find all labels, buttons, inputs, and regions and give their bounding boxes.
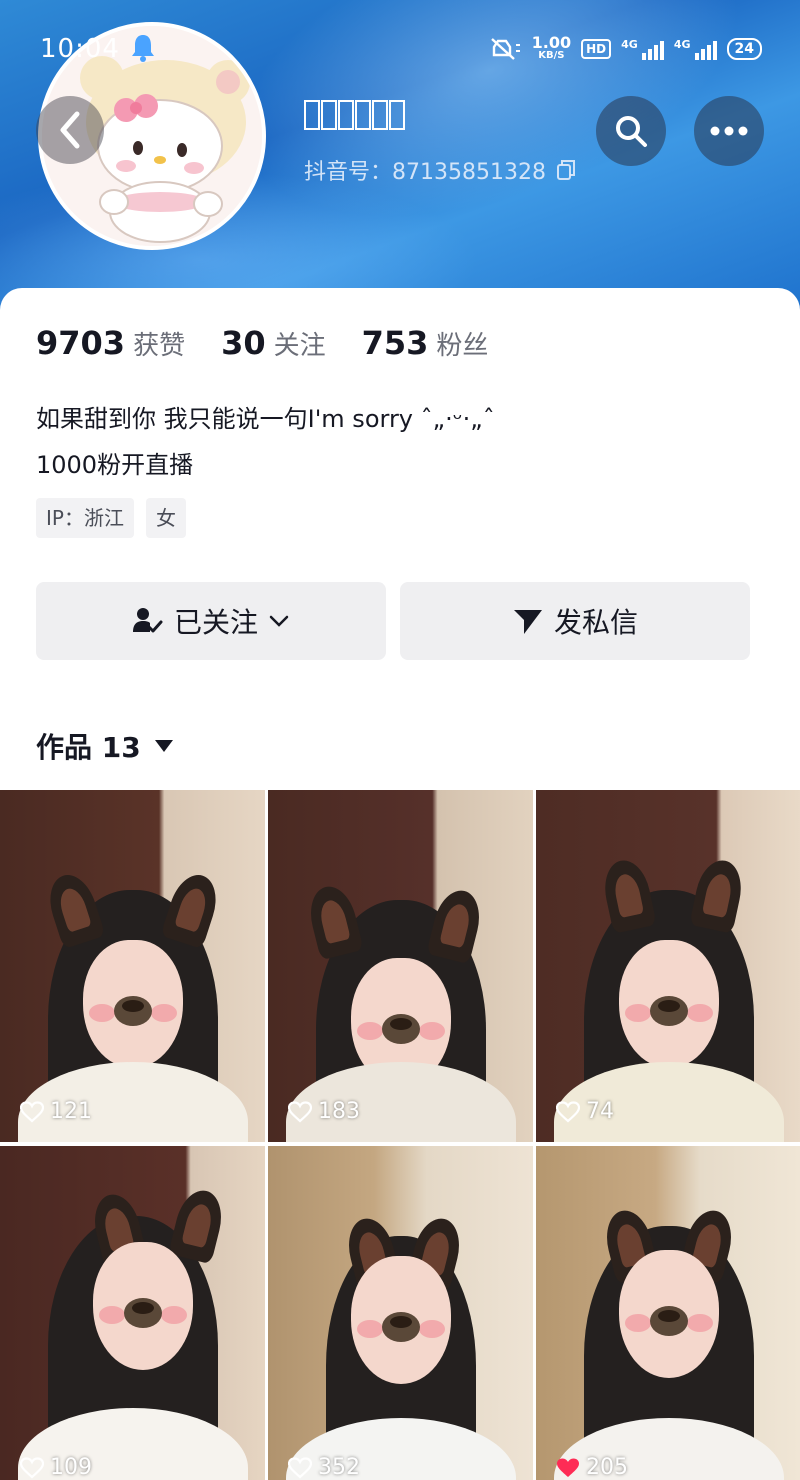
video-likes-count: 352 — [318, 1455, 360, 1480]
mute-vibrate-icon — [490, 38, 520, 60]
stat-followers-label: 粉丝 — [436, 331, 489, 361]
video-thumbnail[interactable]: 183 — [268, 790, 533, 1142]
heart-filled-icon — [557, 1458, 579, 1477]
signal-strength-1: 4G — [621, 38, 664, 60]
heart-outline-icon — [288, 1100, 312, 1122]
bio-line-2: 1000粉开直播 — [36, 451, 194, 479]
video-thumbnail[interactable]: 352 — [268, 1146, 533, 1480]
profile-stats: 9703 获赞 30 关注 753 粉丝 — [36, 324, 488, 362]
video-thumbnail[interactable]: 205 — [536, 1146, 800, 1480]
profile-bio: 如果甜到你 我只能说一句I'm sorry ˆ„·ᵕ·„ˆ 1000粉开直播 — [36, 396, 495, 488]
status-time: 10:04 — [40, 34, 120, 64]
bio-line-1: 如果甜到你 我只能说一句I'm sorry ˆ„·ᵕ·„ˆ — [36, 405, 495, 433]
douyin-id[interactable]: 抖音号：87135851328 — [304, 154, 576, 186]
network-speed: 1.00 KB/S — [531, 33, 572, 62]
video-grid: 121 183 74 109 352 205 — [0, 790, 800, 1480]
douyin-id-text: 抖音号：87135851328 — [304, 160, 546, 185]
video-likes: 205 — [556, 1455, 628, 1480]
copy-icon[interactable] — [556, 159, 576, 181]
user-check-icon — [132, 608, 163, 633]
network-speed-value: 1.00 — [531, 33, 572, 52]
stat-following-label: 关注 — [273, 331, 326, 361]
gender-tag: 女 — [145, 498, 186, 538]
video-thumbnail[interactable]: 109 — [0, 1146, 265, 1480]
works-tab-label: 作品 13 — [36, 731, 141, 764]
stat-likes-label: 获赞 — [133, 331, 186, 361]
works-tab[interactable]: 作品 13 — [36, 726, 173, 766]
video-likes-count: 183 — [318, 1099, 360, 1124]
bell-icon — [132, 35, 154, 62]
search-button[interactable] — [596, 96, 666, 166]
video-likes: 121 — [20, 1099, 92, 1124]
video-likes-count: 74 — [586, 1099, 614, 1124]
video-likes: 74 — [556, 1099, 614, 1124]
chevron-down-icon — [269, 615, 289, 627]
more-horizontal-icon — [710, 126, 748, 136]
signal-strength-2: 4G — [674, 38, 717, 60]
search-icon — [616, 116, 647, 147]
hd-voice-badge: HD — [581, 39, 612, 59]
video-likes: 352 — [288, 1455, 360, 1480]
signal-type-label: 4G — [621, 38, 638, 51]
ip-location-tag: IP：浙江 — [36, 498, 134, 538]
network-speed-unit: KB/S — [538, 50, 565, 61]
send-message-button[interactable]: 发私信 — [400, 582, 750, 660]
stat-likes-value: 9703 — [36, 324, 126, 362]
following-button-label: 已关注 — [173, 606, 258, 639]
heart-outline-icon — [288, 1456, 312, 1478]
heart-outline-icon — [556, 1100, 580, 1122]
status-indicators: 1.00 KB/S HD 4G 4G 24 — [488, 34, 762, 64]
stat-following[interactable]: 30 关注 — [221, 324, 326, 362]
following-button[interactable]: 已关注 — [36, 582, 386, 660]
send-message-icon — [513, 610, 542, 634]
stat-likes: 9703 获赞 — [36, 324, 185, 362]
heart-outline-icon — [20, 1100, 44, 1122]
profile-tags: IP：浙江 女 — [36, 498, 186, 538]
video-thumbnail[interactable]: 121 — [0, 790, 265, 1142]
stat-followers[interactable]: 753 粉丝 — [362, 324, 489, 362]
status-bar: 10:04 1.00 KB/S HD 4G 4G 24 — [0, 30, 800, 70]
nickname — [304, 100, 405, 130]
video-likes-count: 121 — [50, 1099, 92, 1124]
video-likes: 183 — [288, 1099, 360, 1124]
chevron-left-icon — [60, 111, 80, 149]
heart-outline-icon — [20, 1456, 44, 1478]
back-button[interactable] — [36, 96, 104, 164]
send-message-label: 发私信 — [553, 606, 638, 639]
signal-type-label: 4G — [673, 38, 691, 51]
more-options-button[interactable] — [694, 96, 764, 166]
video-thumbnail[interactable]: 74 — [536, 790, 800, 1142]
video-likes: 109 — [20, 1455, 92, 1480]
stat-following-value: 30 — [221, 324, 266, 362]
stat-followers-value: 753 — [361, 324, 429, 362]
video-likes-count: 109 — [50, 1455, 92, 1480]
caret-down-icon — [154, 740, 173, 752]
video-likes-count: 205 — [586, 1455, 628, 1480]
battery-indicator: 24 — [726, 38, 762, 60]
